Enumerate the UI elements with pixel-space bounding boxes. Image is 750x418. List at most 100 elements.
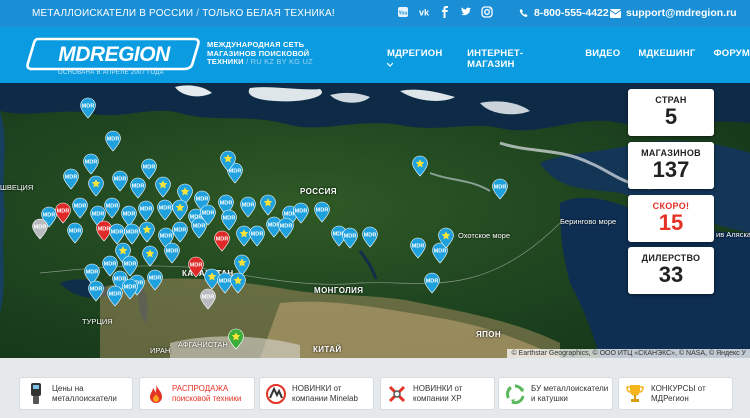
store-pin-green[interactable] [227,328,245,350]
nav-video[interactable]: ВИДЕО [585,48,620,70]
tile-line-2: компании Minelab [292,393,358,403]
store-pin-red[interactable]: MDR [213,230,231,252]
svg-text:MDR: MDR [202,295,215,301]
store-pin[interactable]: MDR [248,225,266,247]
store-pin[interactable]: MDR [87,280,105,302]
stat-value: 137 [652,157,690,182]
tile-prices[interactable]: Цены на металлоискатели [19,377,133,410]
store-pin[interactable]: MDR [277,217,295,239]
svg-text:MDR: MDR [196,197,209,203]
store-pin-star[interactable] [437,227,455,249]
tile-used[interactable]: БУ металлоискатели и катушки [498,377,613,410]
label-iran: ИРАН [150,346,171,355]
store-pin[interactable]: MDR [361,226,379,248]
top-bar: МЕТАЛЛОИСКАТЕЛИ В РОССИИ / ТОЛЬКО БЕЛАЯ ТЕ… [0,0,750,27]
store-pin[interactable]: MDR [121,278,139,300]
phone-link[interactable]: 8-800-555-4422 [519,7,609,19]
store-pin[interactable]: MDR [146,269,164,291]
store-pin-star[interactable] [87,175,105,197]
store-pin-gray[interactable]: MDR [199,288,217,310]
store-pin[interactable]: MDR [66,222,84,244]
svg-text:MDR: MDR [280,224,293,230]
vk-icon[interactable]: vk [418,6,430,18]
store-pin[interactable]: MDR [491,178,509,200]
map-attribution: © Earthstar Geographics, © ООО ИТЦ «СКАН… [507,349,750,358]
store-pin[interactable]: MDR [103,197,121,219]
store-pin-star[interactable] [141,245,159,267]
store-pin[interactable]: MDR [62,168,80,190]
store-pin[interactable]: MDR [129,177,147,199]
svg-text:MDR: MDR [140,207,153,213]
svg-text:MDR: MDR [344,234,357,240]
store-pin-star[interactable] [411,155,429,177]
store-pin[interactable]: MDR [82,153,100,175]
svg-text:MDR: MDR [149,276,162,282]
stores-map[interactable]: РОССИЯ ШВЕЦИЯ КАЗАХСТАН МОНГОЛИЯ КИТАЙ Т… [0,83,750,358]
svg-text:MDR: MDR [74,204,87,210]
trophy-icon [624,383,646,405]
stat-card-coming-soon: СКОРО! 15 [628,195,714,242]
svg-text:MDR: MDR [109,292,122,298]
svg-text:MDR: MDR [193,224,206,230]
stat-card-countries: СТРАН 5 [628,89,714,136]
instagram-icon[interactable] [481,6,493,18]
svg-text:MDR: MDR [123,212,136,218]
tagline: МЕЖДУНАРОДНАЯ СЕТЬ МАГАЗИНОВ ПОИСКОВОЙ Т… [207,40,313,67]
store-pin[interactable]: MDR [239,196,257,218]
tile-contests[interactable]: КОНКУРСЫ от МДРегион [618,377,733,410]
store-pin[interactable]: MDR [137,200,155,222]
nav-mdregion[interactable]: МДРЕГИОН [386,48,449,70]
email-link[interactable]: support@mdregion.ru [610,7,737,19]
store-pin[interactable]: MDR [171,221,189,243]
svg-text:MDR: MDR [86,270,99,276]
store-pin-star[interactable] [229,272,247,294]
svg-text:MDR: MDR [174,228,187,234]
store-pin-star[interactable] [154,176,172,198]
svg-text:MDR: MDR [295,209,308,215]
logo-founded-text: ОСНОВАНА В АПРЕЛЕ 2007 ГОДА [58,70,164,76]
store-pin[interactable]: MDR [104,130,122,152]
nav-forum[interactable]: ФОРУМ [713,48,750,70]
store-pin-star[interactable] [219,150,237,172]
phone-icon [519,9,528,17]
store-pin[interactable]: MDR [163,242,181,264]
store-pin[interactable]: MDR [341,227,359,249]
store-pin-star[interactable] [259,194,277,216]
svg-text:MDR: MDR [132,184,145,190]
store-pin-red[interactable]: MDR [54,202,72,224]
store-pin[interactable]: MDR [313,201,331,223]
store-pin[interactable]: MDR [79,97,97,119]
svg-text:MDR: MDR [364,233,377,239]
svg-text:MDR: MDR [242,203,255,209]
nav-shop[interactable]: ИНТЕРНЕТ-МАГАЗИН [467,48,567,70]
store-pin[interactable]: MDR [423,272,441,294]
store-pin-star[interactable] [138,221,156,243]
envelope-icon [610,8,621,18]
tile-line-1: НОВИНКИ от [292,384,342,393]
tile-line-2: поисковой техники [172,393,242,403]
label-china: КИТАЙ [313,345,342,354]
metal-detector-icon [25,382,47,405]
tile-minelab[interactable]: НОВИНКИ от компании Minelab [259,377,374,410]
stat-card-stores: МАГАЗИНОВ 137 [628,142,714,189]
tagline-countries: / RU KZ BY KG UZ [246,57,313,67]
store-pin[interactable]: MDR [409,237,427,259]
site-header: MDREGION ОСНОВАНА В АПРЕЛЕ 2007 ГОДА МЕЖ… [0,27,750,83]
nav-mdcaching[interactable]: МДКЕШИНГ [638,48,695,70]
store-pin-gray[interactable]: MDR [31,218,49,240]
svg-text:MDR: MDR [434,249,447,255]
tile-sale[interactable]: РАСПРОДАЖА поисковой техники [139,377,255,410]
youtube-icon[interactable]: You [397,6,409,18]
svg-text:MDR: MDR [114,177,127,183]
store-pin[interactable]: MDR [190,217,208,239]
social-links: You vk [397,6,493,18]
facebook-icon[interactable] [439,6,451,18]
store-pin[interactable]: MDR [111,170,129,192]
tile-line-1: НОВИНКИ от [413,384,463,393]
store-pin[interactable]: MDR [71,197,89,219]
svg-text:MDR: MDR [124,262,137,268]
mdregion-logo[interactable]: MDREGION [26,37,202,71]
tile-xp[interactable]: НОВИНКИ от компании XP [380,377,495,410]
twitter-icon[interactable] [460,6,472,18]
svg-text:MDR: MDR [159,206,172,212]
